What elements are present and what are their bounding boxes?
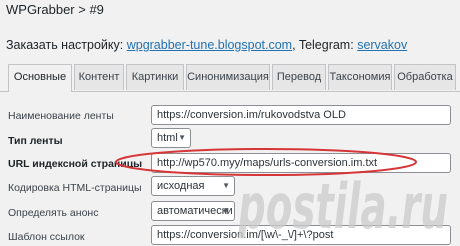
promo-separator: , Telegram:: [292, 38, 354, 52]
encoding-label: Кодировка HTML-страницы: [8, 182, 142, 194]
settings-tabs: Основные Контент Картинки Синонимизация …: [0, 64, 460, 92]
tab-translation[interactable]: Перевод: [272, 64, 326, 90]
tab-content[interactable]: Контент: [74, 64, 124, 90]
feed-name-label: Наименование ленты: [8, 110, 114, 122]
promo-site-link[interactable]: wpgrabber-tune.blogspot.com: [127, 38, 292, 52]
tab-main[interactable]: Основные: [8, 64, 72, 92]
link-template-label: Шаблон ссылок: [8, 231, 85, 243]
promo-telegram-link[interactable]: servakov: [357, 38, 407, 52]
feed-type-value: html: [157, 132, 178, 144]
promo-line: Заказать настройку: wpgrabber-tune.blogs…: [6, 38, 407, 52]
tab-images[interactable]: Картинки: [126, 64, 184, 90]
encoding-select[interactable]: исходная ▼: [151, 176, 235, 196]
encoding-value: исходная: [157, 180, 205, 192]
page-title: WPGrabber > #9: [6, 2, 104, 17]
tab-processing[interactable]: Обработка: [394, 64, 456, 90]
feed-type-label: Тип ленты: [8, 135, 63, 147]
announce-label: Определять анонс: [8, 207, 99, 219]
tab-synonymization[interactable]: Синонимизация: [186, 64, 270, 90]
announce-select[interactable]: автоматически ▼: [151, 201, 235, 221]
watermark-text: postila.ru: [237, 170, 448, 238]
watermark-logo: postila.ru: [237, 170, 448, 238]
chevron-down-icon: ▼: [222, 206, 230, 215]
promo-prefix: Заказать настройку:: [6, 38, 124, 52]
chevron-down-icon: ▼: [222, 181, 230, 190]
index-url-label: URL индексной страницы: [8, 158, 143, 170]
chevron-down-icon: ▼: [178, 133, 186, 142]
feed-name-input[interactable]: https://conversion.im/rukovodstva OLD: [151, 105, 451, 125]
tab-taxonomy[interactable]: Таксономия: [328, 64, 392, 90]
feed-type-select[interactable]: html ▼: [151, 128, 191, 148]
